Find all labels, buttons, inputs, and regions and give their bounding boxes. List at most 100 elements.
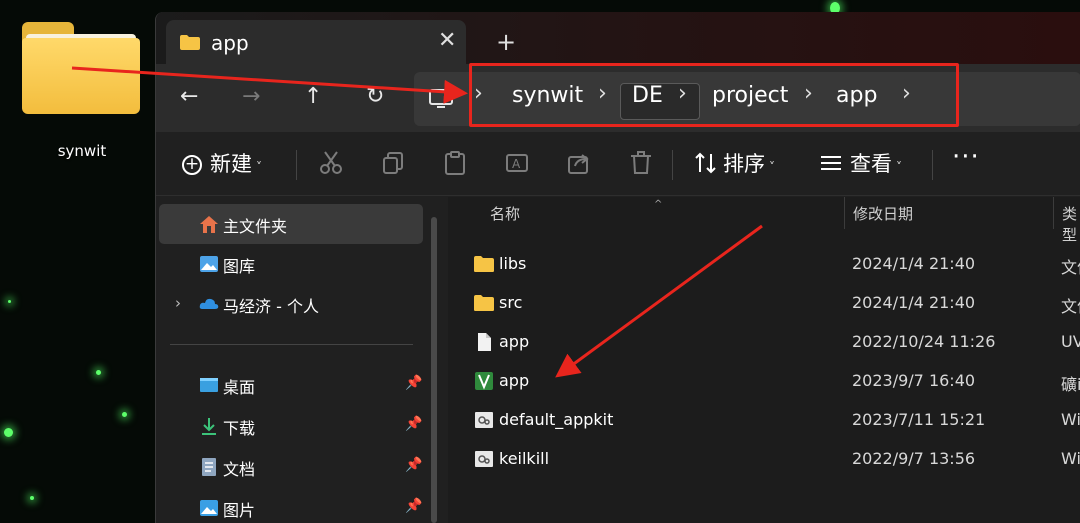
file-name: app (499, 332, 530, 351)
tab-title: app (211, 31, 249, 55)
file-date: 2022/9/7 13:56 (852, 449, 976, 468)
sidebar-item-label: 主文件夹 (223, 217, 288, 236)
title-bar: app ✕ + (156, 12, 1080, 66)
desktop-folder-label: synwit (57, 142, 107, 160)
folder-icon (474, 295, 494, 311)
onedrive-cloud-icon (199, 298, 219, 309)
sidebar-item-home[interactable]: 主文件夹 (159, 204, 423, 244)
sidebar-item-label: 文档 (223, 460, 256, 479)
new-button[interactable]: + 新建 ˅ (182, 148, 262, 178)
sort-label: 排序 (723, 152, 765, 176)
file-date: 2024/1/4 21:40 (852, 293, 976, 312)
sidebar-item-label: 下载 (223, 419, 256, 438)
gallery-icon (200, 256, 218, 272)
download-icon (202, 418, 216, 435)
background-glow (8, 300, 11, 303)
annotation-highlight-box (469, 63, 959, 127)
forward-button[interactable]: → (242, 84, 260, 109)
column-divider[interactable] (844, 197, 845, 229)
sidebar-divider (170, 344, 413, 345)
sidebar-item-documents[interactable]: 文档 📌 (159, 447, 423, 487)
sidebar-item-label: 马经济 - 个人 (223, 297, 319, 316)
file-list: ^ 名称 修改日期 类型 libs 2024/1/4 21:40 文件夹 src… (448, 197, 1080, 523)
sidebar-item-onedrive[interactable]: › 马经济 - 个人 (159, 284, 423, 324)
refresh-button[interactable]: ↻ (366, 84, 384, 109)
folder-icon (180, 35, 200, 50)
delete-icon[interactable] (628, 150, 654, 176)
sort-ascending-icon: ^ (654, 199, 663, 210)
batch-file-icon (475, 451, 493, 467)
new-tab-button[interactable]: + (496, 28, 516, 56)
paste-icon[interactable] (442, 150, 468, 176)
file-name: libs (499, 254, 527, 273)
background-glow (96, 370, 101, 375)
file-name: keilkill (499, 449, 550, 468)
file-row[interactable]: app 2023/9/7 16:40 礦i (448, 362, 1080, 401)
file-date: 2023/7/11 15:21 (852, 410, 986, 429)
background-glow (122, 412, 127, 417)
file-type: 礦i (1061, 375, 1080, 394)
navigation-pane: 主文件夹 图库 › 马经济 - 个人 桌面 📌 下载 📌 文档 📌 图片 📌 (156, 197, 446, 523)
folder-icon (474, 256, 494, 272)
rename-icon[interactable]: A (504, 150, 530, 176)
more-options-button[interactable]: ··· (952, 142, 980, 172)
copy-icon[interactable] (380, 150, 406, 176)
file-row[interactable]: default_appkit 2023/7/11 15:21 Wi (448, 401, 1080, 440)
file-type: 文件夹 (1061, 297, 1080, 316)
file-type: Wi (1061, 449, 1080, 468)
file-icon (478, 333, 491, 351)
file-date: 2022/10/24 11:26 (852, 332, 996, 351)
file-row[interactable]: keilkill 2022/9/7 13:56 Wi (448, 440, 1080, 479)
sidebar-item-downloads[interactable]: 下载 📌 (159, 406, 423, 446)
file-row[interactable]: libs 2024/1/4 21:40 文件夹 (448, 245, 1080, 284)
file-row[interactable]: app 2022/10/24 11:26 UV (448, 323, 1080, 362)
toolbar-divider (932, 150, 933, 180)
view-label: 查看 (850, 152, 892, 176)
file-name: default_appkit (499, 410, 614, 429)
share-icon[interactable] (566, 150, 592, 176)
column-header-date[interactable]: 修改日期 (853, 203, 913, 224)
file-type: UV (1061, 332, 1080, 351)
pin-icon: 📌 (405, 457, 423, 473)
sidebar-item-label: 图库 (223, 257, 256, 276)
sort-icon (695, 152, 716, 174)
file-date: 2023/9/7 16:40 (852, 371, 976, 390)
sidebar-item-desktop[interactable]: 桌面 📌 (159, 365, 423, 405)
column-header-type[interactable]: 类型 (1062, 203, 1080, 245)
desktop-folder-icon[interactable] (22, 22, 140, 114)
plus-icon: + (182, 155, 202, 175)
sidebar-item-pictures[interactable]: 图片 📌 (159, 488, 423, 523)
chevron-down-icon: ˅ (896, 160, 902, 174)
file-row[interactable]: src 2024/1/4 21:40 文件夹 (448, 284, 1080, 323)
sort-button[interactable]: 排序 ˅ (723, 148, 775, 178)
close-icon[interactable]: ✕ (438, 28, 456, 53)
sidebar-scrollbar[interactable] (431, 217, 437, 523)
file-type: Wi (1061, 410, 1080, 429)
toolbar-divider (672, 150, 673, 180)
background-glow (4, 428, 13, 437)
file-name: src (499, 293, 523, 312)
column-header-name[interactable]: 名称 (490, 203, 520, 224)
this-pc-icon (429, 89, 453, 108)
document-icon (202, 458, 216, 476)
chevron-right-icon[interactable]: › (175, 294, 181, 312)
sidebar-item-gallery[interactable]: 图库 (159, 244, 423, 284)
up-button[interactable]: ↑ (304, 84, 322, 109)
tab-app[interactable]: app ✕ (166, 20, 466, 66)
back-button[interactable]: ← (180, 84, 198, 109)
batch-file-icon (475, 412, 493, 428)
column-divider[interactable] (1053, 197, 1054, 229)
keil-project-icon (475, 372, 493, 390)
sidebar-item-label: 图片 (223, 501, 256, 520)
home-icon (200, 216, 218, 233)
background-glow (30, 496, 34, 500)
file-type: 文件夹 (1061, 258, 1080, 277)
new-label: 新建 (210, 152, 252, 176)
view-icon (821, 156, 841, 170)
sidebar-item-label: 桌面 (223, 378, 256, 397)
svg-text:A: A (512, 157, 521, 171)
cut-icon[interactable] (318, 150, 344, 176)
pictures-icon (200, 500, 218, 516)
view-button[interactable]: 查看 ˅ (850, 148, 902, 178)
pin-icon: 📌 (405, 416, 423, 432)
